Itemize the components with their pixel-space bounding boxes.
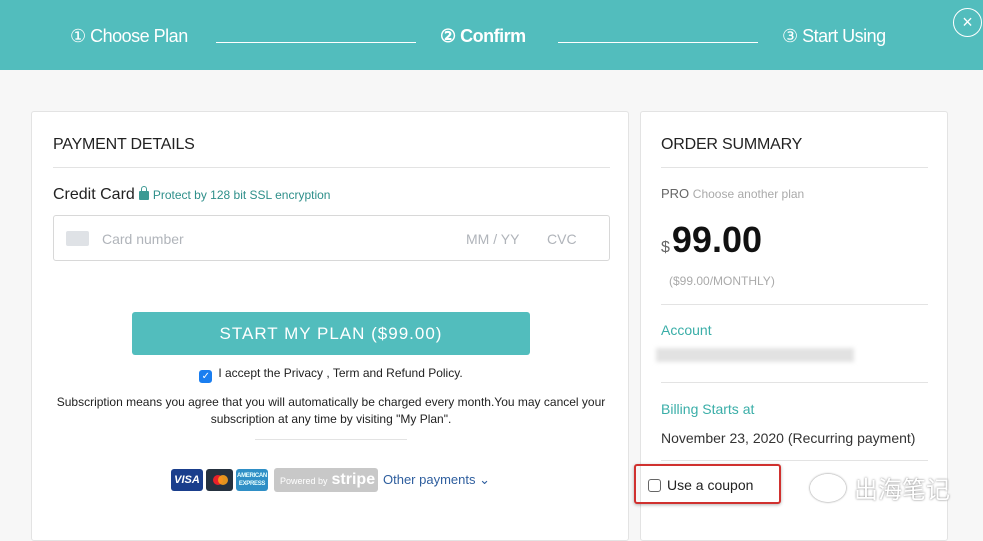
billing-period: ($99.00/MONTHLY) [669,274,775,288]
card-input[interactable]: Card number MM / YY CVC [53,215,610,261]
start-plan-button[interactable]: START MY PLAN ($99.00) [132,312,530,355]
price-amount: 99.00 [671,219,762,260]
billing-start-date: November 23, 2020 (Recurring payment) [661,430,916,446]
wechat-icon [810,473,846,502]
stripe-text: stripe [331,471,376,488]
step-divider [216,42,416,43]
step-confirm: ② Confirm [440,26,526,46]
payment-details-card: PAYMENT DETAILS Credit Card Protect by 12… [31,111,629,541]
payment-methods: VISA American Express Powered by stripe O… [171,468,490,492]
accept-checkbox[interactable]: ✓ [199,370,213,383]
watermark-logo-text: 出海笔记 [854,477,950,504]
coupon-checkbox[interactable] [648,479,661,492]
step-choose-plan[interactable]: ① Choose Plan [70,26,188,47]
mastercard-logo [206,469,233,491]
powered-by-text: Powered by [280,476,328,486]
plan-name: PRO [661,186,690,201]
choose-another-plan-link[interactable]: Choose another plan [693,187,804,201]
chevron-down-icon: ⌄ [479,472,491,487]
wechat-watermark: 出海笔记 [810,470,950,505]
other-payments-link[interactable]: Other payments ⌄ [383,472,490,488]
summary-title: ORDER SUMMARY [661,136,803,153]
accept-label[interactable]: I accept the Privacy , Term and Refund P… [218,366,462,380]
step-start-using: ③ Start Using [782,26,886,46]
credit-card-icon [66,231,89,246]
credit-card-label: Credit Card [53,186,135,203]
payment-title: PAYMENT DETAILS [53,136,195,153]
other-payments-label: Other payments [383,472,476,487]
subscription-note: Subscription means you agree that you wi… [56,395,606,426]
credit-card-heading: Credit Card Protect by 128 bit SSL encryp… [53,186,330,204]
cvc-field[interactable]: CVC [547,231,577,247]
accept-policy: ✓ I accept the Privacy , Term and Refund … [32,366,630,383]
step-divider [558,42,758,43]
billing-label: Billing Starts at [661,401,755,417]
close-icon[interactable]: × [953,8,982,37]
account-value-redacted [656,348,854,362]
lock-icon [138,186,149,200]
divider [661,304,928,305]
price: $99.00 [661,219,762,261]
divider [661,382,928,383]
expiry-field[interactable]: MM / YY [466,231,519,247]
visa-logo: VISA [171,469,203,491]
coupon-label[interactable]: Use a coupon [667,477,753,493]
divider [661,167,928,168]
card-number-field[interactable]: Card number [102,231,184,247]
coupon-highlight: Use a coupon [634,464,781,504]
ssl-note: Protect by 128 bit SSL encryption [152,188,331,202]
step-header: ① Choose Plan ② Confirm ③ Start Using × [0,0,983,70]
divider [53,167,610,168]
currency: $ [661,239,670,256]
amex-logo: American Express [236,469,268,491]
account-label: Account [661,322,712,338]
use-coupon-option[interactable]: Use a coupon [648,477,753,493]
plan-row: PRO Choose another plan [661,186,804,201]
divider [661,460,928,461]
divider [255,439,407,440]
powered-by-stripe-badge: Powered by stripe [274,468,378,492]
